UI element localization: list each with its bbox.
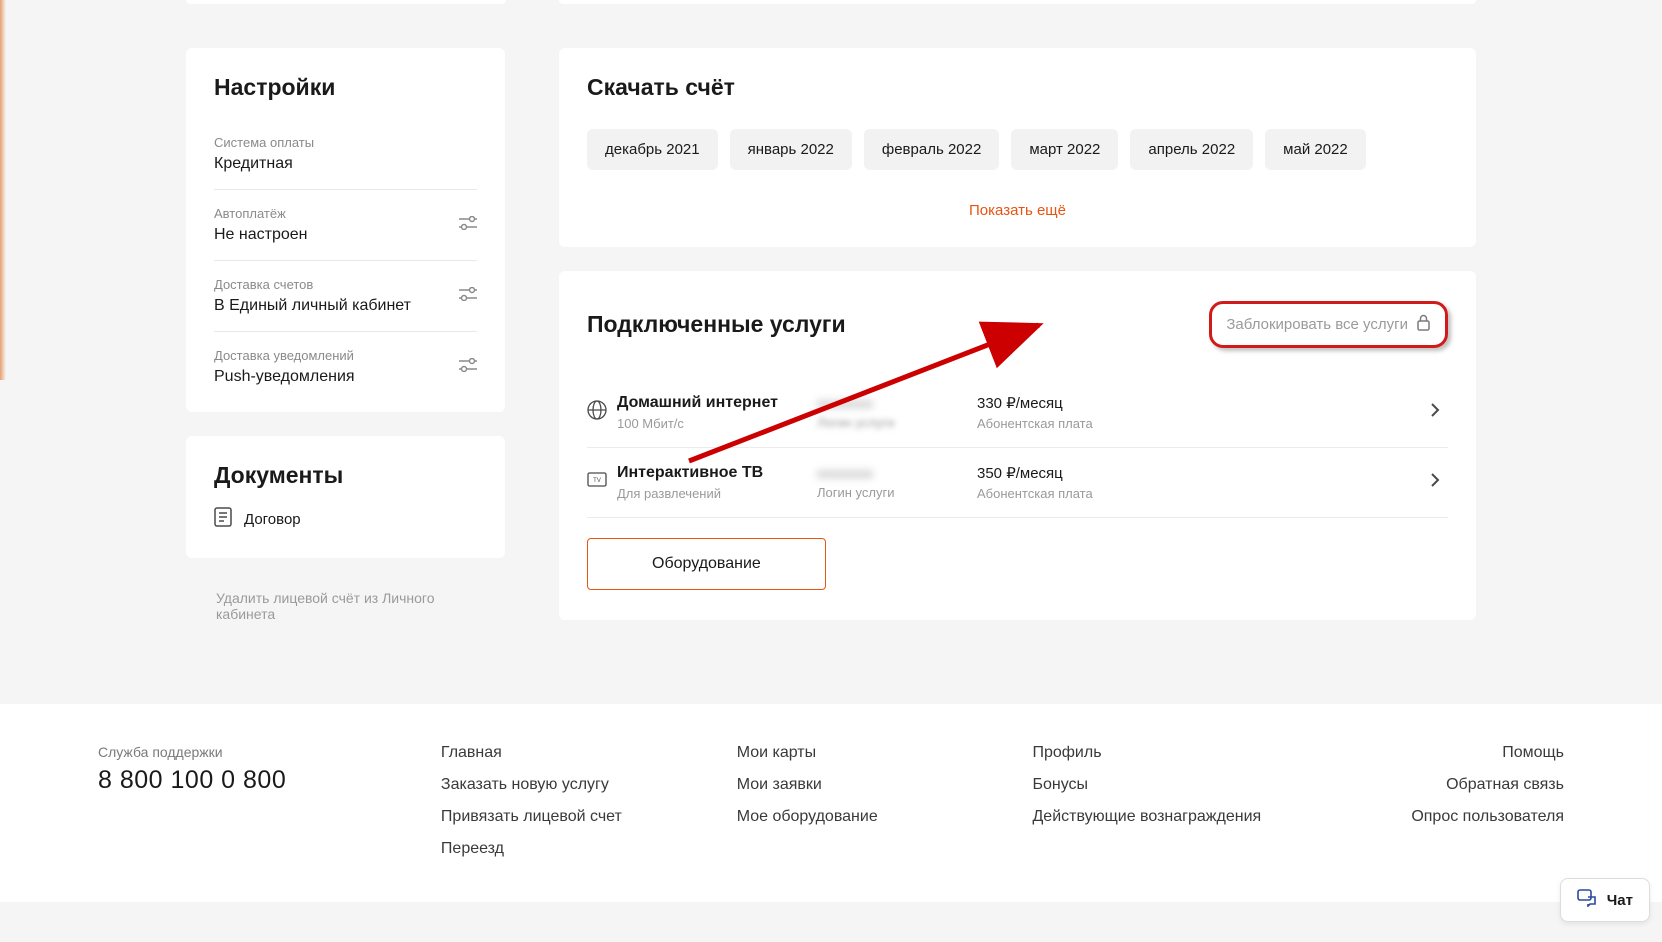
service-price-label: Абонентская плата — [977, 486, 1422, 501]
footer-link-home[interactable]: Главная — [441, 744, 677, 762]
document-contract[interactable]: Договор — [214, 507, 477, 532]
service-name: Интерактивное ТВ — [617, 464, 817, 482]
support-label: Служба поддержки — [98, 744, 381, 760]
chat-label: Чат — [1607, 892, 1633, 909]
globe-icon — [587, 400, 617, 425]
page-container: Настройки Система оплаты Кредитная Автоп… — [0, 0, 1662, 902]
footer-link-feedback[interactable]: Обратная связь — [1328, 776, 1564, 794]
edge-decoration — [0, 0, 6, 380]
service-price-label: Абонентская плата — [977, 416, 1422, 431]
service-speed: 100 Мбит/с — [617, 416, 817, 431]
chevron-right-icon — [1422, 402, 1448, 423]
month-chip-mar-2022[interactable]: март 2022 — [1011, 129, 1118, 170]
block-all-services-button[interactable]: Заблокировать все услуги — [1209, 301, 1448, 348]
sidebar: Настройки Система оплаты Кредитная Автоп… — [186, 4, 505, 630]
service-login-value: xxxxxxxx — [817, 395, 977, 411]
lock-icon — [1416, 314, 1431, 335]
services-title: Подключенные услуги — [587, 311, 846, 338]
service-login-label: Логин услуги — [817, 485, 977, 500]
footer: Служба поддержки 8 800 100 0 800 Главная… — [0, 704, 1662, 902]
footer-link-requests[interactable]: Мои заявки — [737, 776, 973, 794]
settings-card: Настройки Система оплаты Кредитная Автоп… — [186, 48, 505, 412]
sliders-icon — [459, 216, 477, 235]
card-stub — [186, 0, 506, 4]
setting-label: Доставка уведомлений — [214, 348, 459, 363]
setting-label: Доставка счетов — [214, 277, 459, 292]
month-chip-apr-2022[interactable]: апрель 2022 — [1130, 129, 1253, 170]
setting-value: Push-уведомления — [214, 368, 459, 386]
service-price: 350 ₽/месяц — [977, 464, 1422, 482]
footer-link-help[interactable]: Помощь — [1328, 744, 1564, 762]
document-icon — [214, 507, 232, 532]
footer-link-rewards[interactable]: Действующие вознаграждения — [1032, 808, 1268, 826]
show-more-link[interactable]: Показать ещё — [587, 194, 1448, 227]
service-home-internet[interactable]: Домашний интернет 100 Мбит/с xxxxxxxx Ло… — [587, 378, 1448, 448]
support-phone[interactable]: 8 800 100 0 800 — [98, 766, 381, 795]
setting-notifications[interactable]: Доставка уведомлений Push-уведомления — [214, 332, 477, 386]
card-stub-right — [559, 0, 1476, 4]
documents-title: Документы — [214, 462, 477, 489]
sliders-icon — [459, 287, 477, 306]
documents-card: Документы Договор — [186, 436, 505, 558]
document-label: Договор — [244, 511, 301, 528]
services-card: Подключенные услуги Заблокировать все ус… — [559, 271, 1476, 620]
download-bill-card: Скачать счёт декабрь 2021 январь 2022 фе… — [559, 48, 1476, 247]
month-chip-jan-2022[interactable]: январь 2022 — [730, 129, 852, 170]
footer-link-order-service[interactable]: Заказать новую услугу — [441, 776, 677, 794]
block-all-label: Заблокировать все услуги — [1226, 316, 1408, 333]
footer-link-equipment[interactable]: Мое оборудование — [737, 808, 973, 826]
service-login-label: Логин услуги — [817, 415, 977, 430]
chat-widget[interactable]: Чат — [1560, 878, 1650, 922]
month-chip-dec-2021[interactable]: декабрь 2021 — [587, 129, 718, 170]
footer-link-bind-account[interactable]: Привязать лицевой счет — [441, 808, 677, 826]
month-chip-feb-2022[interactable]: февраль 2022 — [864, 129, 999, 170]
setting-label: Система оплаты — [214, 135, 477, 150]
chat-icon — [1577, 889, 1597, 911]
setting-value: Кредитная — [214, 155, 477, 173]
month-chips-row: декабрь 2021 январь 2022 февраль 2022 ма… — [587, 129, 1448, 170]
service-login-value: xxxxxxxx — [817, 465, 977, 481]
setting-label: Автоплатёж — [214, 206, 459, 221]
service-name: Домашний интернет — [617, 394, 817, 412]
sliders-icon — [459, 358, 477, 377]
setting-autopay[interactable]: Автоплатёж Не настроен — [214, 190, 477, 261]
footer-link-survey[interactable]: Опрос пользователя — [1328, 808, 1564, 826]
footer-link-bonuses[interactable]: Бонусы — [1032, 776, 1268, 794]
tv-icon: TV — [587, 472, 617, 493]
service-category: Для развлечений — [617, 486, 817, 501]
svg-text:TV: TV — [593, 478, 601, 484]
service-price: 330 ₽/месяц — [977, 394, 1422, 412]
footer-link-profile[interactable]: Профиль — [1032, 744, 1268, 762]
footer-link-cards[interactable]: Мои карты — [737, 744, 973, 762]
setting-bill-delivery[interactable]: Доставка счетов В Единый личный кабинет — [214, 261, 477, 332]
setting-value: Не настроен — [214, 226, 459, 244]
download-title: Скачать счёт — [587, 74, 1448, 101]
month-chip-may-2022[interactable]: май 2022 — [1265, 129, 1366, 170]
chevron-right-icon — [1422, 472, 1448, 493]
settings-title: Настройки — [214, 74, 477, 101]
equipment-button[interactable]: Оборудование — [587, 538, 826, 590]
service-interactive-tv[interactable]: TV Интерактивное ТВ Для развлечений xxxx… — [587, 448, 1448, 518]
setting-value: В Единый личный кабинет — [214, 297, 459, 315]
delete-account-link[interactable]: Удалить лицевой счёт из Личного кабинета — [186, 582, 505, 630]
setting-payment-system[interactable]: Система оплаты Кредитная — [214, 119, 477, 190]
footer-link-relocation[interactable]: Переезд — [441, 840, 677, 858]
main-content: Скачать счёт декабрь 2021 январь 2022 фе… — [559, 4, 1476, 644]
